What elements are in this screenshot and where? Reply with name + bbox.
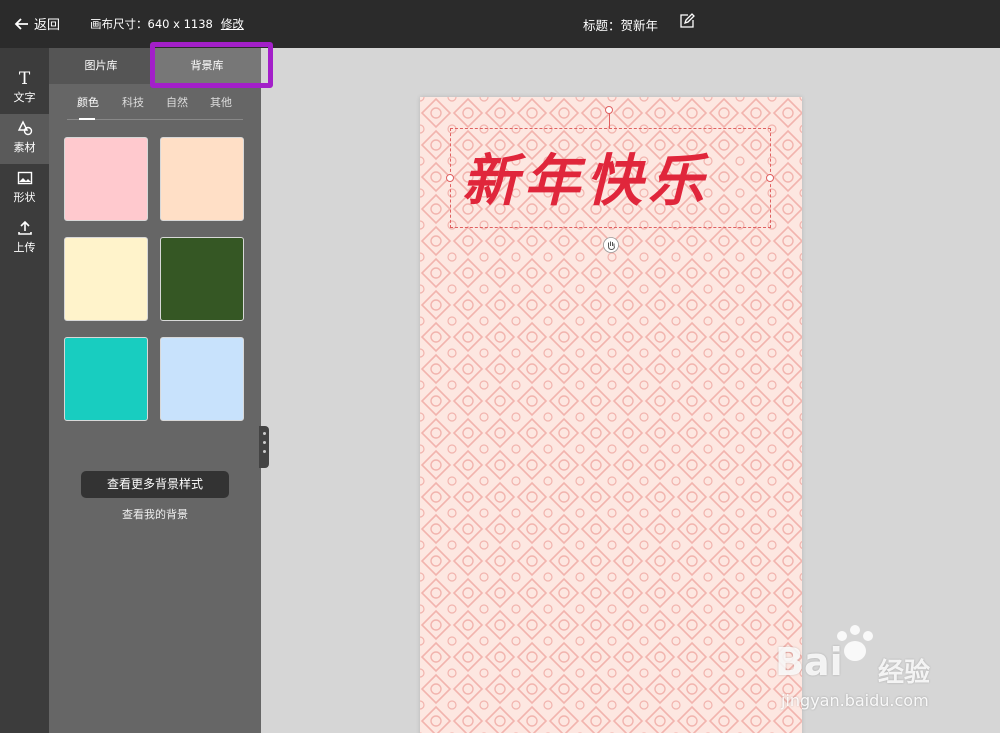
subtab-tech[interactable]: 科技: [122, 94, 144, 110]
subtab-color[interactable]: 颜色: [77, 94, 99, 120]
color-swatch[interactable]: [160, 137, 244, 221]
rail-item-label: 文字: [13, 91, 36, 104]
color-swatch[interactable]: [64, 337, 148, 421]
rail-item-shape[interactable]: 形状: [0, 164, 49, 214]
rail-item-label: 形状: [13, 191, 36, 204]
highlight-box: [150, 42, 273, 88]
canvas-size: 画布尺寸：640 x 1138 修改: [90, 16, 244, 32]
watermark-brand-2: 经验: [878, 658, 931, 688]
image-icon: [0, 170, 49, 188]
resize-handle-left[interactable]: [446, 174, 454, 182]
hand-move-icon[interactable]: [603, 237, 619, 253]
back-button[interactable]: 返回: [14, 14, 60, 33]
shapes-icon: [0, 120, 49, 138]
more-backgrounds-button[interactable]: 查看更多背景样式: [81, 471, 229, 498]
tool-rail: T 文字 素材 形状 上传: [0, 48, 49, 733]
arrow-left-icon: [14, 17, 28, 30]
text-icon: T: [18, 69, 31, 89]
rail-item-label: 素材: [13, 141, 36, 154]
background-panel: 图片库 背景库 颜色 科技 自然 其他 查看更多背景样式 查看我的背景: [49, 48, 261, 733]
subtab-other[interactable]: 其他: [210, 94, 232, 110]
color-swatch[interactable]: [64, 137, 148, 221]
rail-item-label: 上传: [13, 241, 36, 254]
upload-icon: [0, 220, 49, 238]
tab-image-library[interactable]: 图片库: [49, 48, 153, 84]
canvas-text-element[interactable]: 新年快乐: [462, 136, 710, 217]
resize-handle-right[interactable]: [766, 174, 774, 182]
rail-item-upload[interactable]: 上传: [0, 214, 49, 264]
watermark-url: jingyan.baidu.com: [781, 691, 929, 710]
rotate-handle[interactable]: [605, 106, 613, 114]
color-swatch[interactable]: [64, 237, 148, 321]
color-swatch[interactable]: [160, 337, 244, 421]
watermark-brand: Bai: [775, 640, 843, 684]
color-swatch[interactable]: [160, 237, 244, 321]
page-title: 标题：贺新年: [583, 18, 659, 33]
rail-item-text[interactable]: T 文字: [0, 64, 49, 114]
category-tabs: 颜色 科技 自然 其他: [67, 92, 243, 120]
rail-item-material[interactable]: 素材: [0, 114, 49, 164]
my-backgrounds-link[interactable]: 查看我的背景: [49, 506, 261, 522]
canvas-size-label: 画布尺寸：640 x 1138: [90, 17, 213, 31]
back-label: 返回: [34, 18, 61, 33]
edit-icon[interactable]: [679, 13, 695, 29]
top-bar: 返回 画布尺寸：640 x 1138 修改 标题：贺新年: [0, 0, 1000, 48]
subtab-nature[interactable]: 自然: [166, 94, 188, 110]
edit-size-link[interactable]: 修改: [221, 17, 244, 31]
panel-collapse-handle[interactable]: [259, 426, 269, 468]
